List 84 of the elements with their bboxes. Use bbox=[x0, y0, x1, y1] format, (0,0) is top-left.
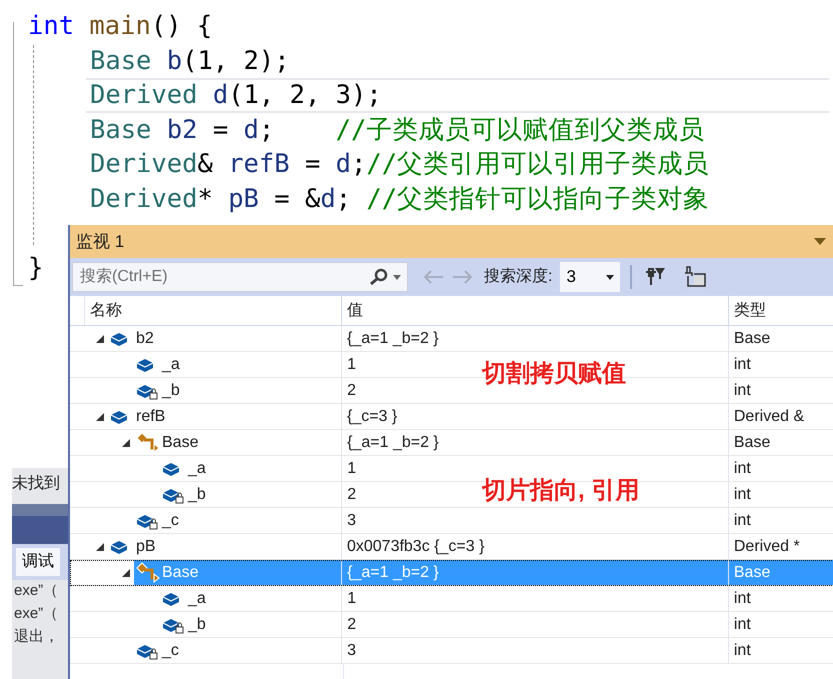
variable-name: _b bbox=[188, 484, 206, 504]
tree-item[interactable]: _a bbox=[160, 456, 342, 481]
type-text: Base bbox=[734, 434, 770, 451]
tree-item[interactable]: refB bbox=[108, 404, 341, 429]
variable-name: Base bbox=[162, 432, 198, 452]
variable-name: Base bbox=[162, 562, 198, 582]
value-text: 3 bbox=[347, 642, 356, 659]
outline-bracket[interactable] bbox=[13, 22, 23, 286]
expanded-triangle-icon[interactable] bbox=[96, 412, 104, 420]
value-text: {_a=1 _b=2 } bbox=[347, 434, 439, 451]
value-text: 1 bbox=[347, 460, 356, 477]
status-message: 未找到 bbox=[12, 474, 60, 494]
code-line: Base b(1, 2); bbox=[90, 44, 291, 78]
value-text: {_a=1 _b=2 } bbox=[346, 330, 439, 347]
variable-name: pB bbox=[136, 536, 156, 556]
variable-name: _b bbox=[188, 614, 206, 634]
value-text: 0x0073fb3c {_c=3 } bbox=[346, 538, 484, 555]
depth-label: 搜索深度: bbox=[484, 266, 552, 287]
depth-dropdown[interactable]: 3 bbox=[560, 262, 620, 292]
type-text: Base bbox=[734, 330, 770, 347]
output-line: exe”（ bbox=[14, 581, 58, 601]
value-text: {_c=3 } bbox=[346, 408, 398, 425]
type-text: int bbox=[734, 512, 751, 529]
variable-name: refB bbox=[136, 406, 166, 426]
output-line: exe”（ bbox=[14, 604, 58, 624]
value-text: 2 bbox=[347, 616, 356, 633]
column-header[interactable]: 类型 bbox=[728, 296, 833, 325]
tree-item[interactable]: _c bbox=[134, 508, 342, 533]
annotation-text: 切割拷贝赋值 bbox=[482, 359, 626, 389]
search-icon[interactable] bbox=[369, 268, 389, 286]
type-text: int bbox=[734, 616, 751, 633]
type-text: int bbox=[734, 356, 751, 373]
variable-name: _c bbox=[162, 510, 179, 530]
type-text: int bbox=[734, 590, 751, 607]
tree-item[interactable]: pB bbox=[108, 534, 341, 559]
caret-icon bbox=[606, 274, 614, 280]
value-text: {_a=1 _b=2 } bbox=[347, 564, 439, 581]
value-text: 2 bbox=[347, 382, 356, 399]
tree-item[interactable]: Base bbox=[134, 430, 342, 455]
type-text: int bbox=[734, 382, 751, 399]
variable-name: _b bbox=[162, 380, 180, 400]
expanded-triangle-icon[interactable] bbox=[96, 334, 104, 342]
type-text: Base bbox=[734, 564, 770, 581]
value-text: 3 bbox=[347, 512, 356, 529]
column-header[interactable]: 值 bbox=[342, 296, 729, 325]
output-line: 退出， bbox=[14, 627, 59, 647]
variable-name: _a bbox=[188, 458, 206, 478]
code-line: int main() { bbox=[28, 10, 214, 43]
tree-item[interactable]: _b bbox=[160, 482, 342, 507]
tree-item[interactable]: _c bbox=[134, 638, 342, 663]
type-text: Derived * bbox=[734, 538, 800, 555]
type-text: int bbox=[734, 460, 751, 477]
type-text: int bbox=[734, 486, 751, 503]
search-field[interactable]: 搜索(Ctrl+E) bbox=[72, 262, 408, 292]
variable-name: _a bbox=[162, 354, 180, 374]
code-line: } bbox=[28, 252, 44, 284]
annotation-text: 切片指向, 引用 bbox=[482, 476, 640, 506]
window-title: 监视 1 bbox=[76, 230, 124, 253]
variable-name: _a bbox=[188, 588, 206, 608]
code-line: Derived& refB = d;//父类引用可以引用子类成员 bbox=[90, 148, 710, 181]
tree-item[interactable]: b2 bbox=[108, 326, 341, 351]
debug-tab[interactable]: 调试 bbox=[16, 548, 60, 576]
code-line: Derived d(1, 2, 3); bbox=[86, 78, 829, 112]
column-header[interactable]: 名称 bbox=[84, 296, 342, 325]
type-text: int bbox=[734, 642, 751, 659]
expanded-triangle-icon[interactable] bbox=[122, 438, 130, 446]
tree-item[interactable]: _b bbox=[134, 378, 342, 403]
hex-display-icon[interactable] bbox=[684, 266, 706, 288]
caret-icon[interactable] bbox=[393, 274, 401, 280]
value-text: 1 bbox=[347, 356, 356, 373]
dropdown-icon[interactable] bbox=[814, 238, 826, 245]
value-text: 2 bbox=[347, 486, 356, 503]
tree-item[interactable]: _b bbox=[160, 612, 342, 637]
code-line: Derived* pB = &d; //父类指针可以指向子类对象 bbox=[90, 182, 710, 216]
tree-item[interactable]: _a bbox=[134, 352, 342, 377]
code-line: Base b2 = d; //子类成员可以赋值到父类成员 bbox=[90, 114, 706, 146]
type-text: Derived & bbox=[734, 408, 804, 425]
value-text: 1 bbox=[347, 590, 356, 607]
pin-filter-icon[interactable] bbox=[644, 267, 666, 287]
tree-item[interactable]: _a bbox=[160, 586, 342, 611]
variable-name: _c bbox=[162, 640, 179, 660]
expanded-triangle-icon[interactable] bbox=[96, 542, 104, 550]
expanded-triangle-icon[interactable] bbox=[122, 568, 130, 576]
variable-name: b2 bbox=[136, 328, 154, 348]
